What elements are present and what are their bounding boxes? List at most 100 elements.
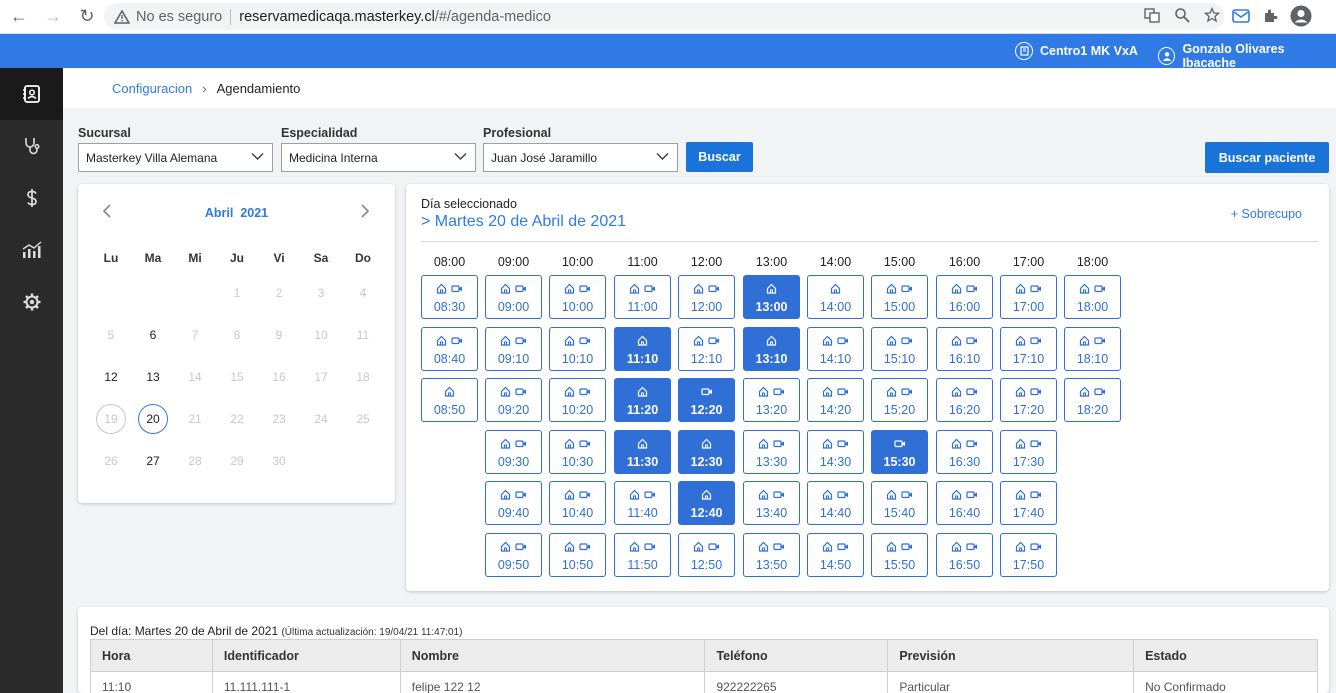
calendar-day[interactable]: 6	[138, 320, 168, 350]
time-slot[interactable]: 09:50	[485, 533, 542, 577]
zoom-icon[interactable]	[1174, 7, 1190, 23]
mail-extension-icon[interactable]	[1232, 8, 1250, 24]
time-slot[interactable]: 09:30	[485, 430, 542, 474]
time-slot[interactable]: 15:50	[871, 533, 928, 577]
buscar-paciente-button[interactable]: Buscar paciente	[1205, 142, 1329, 173]
time-slot[interactable]: 17:20	[1000, 378, 1057, 422]
time-slot[interactable]: 13:40	[743, 481, 800, 525]
sucursal-select[interactable]: Masterkey Villa Alemana	[78, 143, 273, 172]
time-slot[interactable]: 11:40	[614, 481, 671, 525]
weekday-header: Ju	[229, 251, 244, 265]
time-slot[interactable]: 17:30	[1000, 430, 1057, 474]
sidebar-item-agenda[interactable]	[0, 68, 63, 120]
time-slot[interactable]: 16:50	[936, 533, 993, 577]
center-selector[interactable]: Centro1 MK VxA	[1015, 42, 1138, 60]
time-slot[interactable]: 13:00	[743, 275, 800, 319]
time-slot[interactable]: 09:40	[485, 481, 542, 525]
calendar-day[interactable]: 12	[96, 362, 126, 392]
calendar-day[interactable]: 20	[138, 404, 168, 434]
sidebar-item-reports[interactable]	[0, 224, 63, 276]
bookmark-star-icon[interactable]	[1204, 7, 1220, 23]
slot-time: 08:50	[433, 403, 466, 417]
time-slot[interactable]: 16:40	[936, 481, 993, 525]
time-slot[interactable]: 09:20	[485, 378, 542, 422]
time-slot[interactable]: 18:20	[1064, 378, 1121, 422]
time-slot[interactable]: 09:10	[485, 327, 542, 371]
time-slot[interactable]: 13:10	[743, 327, 800, 371]
next-month-icon[interactable]	[360, 204, 370, 223]
time-slot[interactable]: 10:10	[549, 327, 606, 371]
time-slot[interactable]: 11:30	[614, 430, 671, 474]
sobrecupo-button[interactable]: + Sobrecupo	[1231, 207, 1302, 221]
sidebar-item-billing[interactable]	[0, 172, 63, 224]
time-slot[interactable]: 10:40	[549, 481, 606, 525]
calendar-day[interactable]: 27	[138, 446, 168, 476]
time-slot[interactable]: 13:50	[743, 533, 800, 577]
house-icon	[693, 334, 704, 346]
video-icon	[579, 488, 591, 499]
time-slot[interactable]: 14:50	[807, 533, 864, 577]
time-slot[interactable]: 14:00	[807, 275, 864, 319]
user-menu[interactable]: Gonzalo Olivares Ibacache	[1158, 42, 1336, 70]
time-slot[interactable]: 14:10	[807, 327, 864, 371]
time-slot[interactable]: 17:10	[1000, 327, 1057, 371]
time-slot[interactable]: 12:20	[678, 378, 735, 422]
reload-icon[interactable]: ↻	[76, 6, 98, 28]
time-slot[interactable]: 17:40	[1000, 481, 1057, 525]
calendar-day[interactable]: 13	[138, 362, 168, 392]
time-slot[interactable]: 10:00	[549, 275, 606, 319]
time-slot[interactable]: 11:50	[614, 533, 671, 577]
time-slot[interactable]: 16:10	[936, 327, 993, 371]
time-slot[interactable]: 08:50	[421, 378, 478, 422]
time-slot[interactable]: 15:00	[871, 275, 928, 319]
time-slot[interactable]: 17:50	[1000, 533, 1057, 577]
slot-time: 15:00	[883, 300, 916, 314]
time-slot[interactable]: 12:10	[678, 327, 735, 371]
sidebar-item-medical[interactable]	[0, 120, 63, 172]
profesional-select[interactable]: Juan José Jaramillo	[483, 143, 678, 172]
time-slot[interactable]: 18:00	[1064, 275, 1121, 319]
time-slot[interactable]: 17:00	[1000, 275, 1057, 319]
table-row[interactable]: 11:10 11.111.111-1 felipe 122 12 922222265 P…	[90, 671, 1318, 693]
puzzle-icon[interactable]	[1262, 8, 1278, 24]
time-slot[interactable]: 11:00	[614, 275, 671, 319]
time-slot[interactable]: 14:40	[807, 481, 864, 525]
time-slot[interactable]: 11:20	[614, 378, 671, 422]
time-slot[interactable]: 15:30	[871, 430, 928, 474]
time-slot[interactable]: 14:20	[807, 378, 864, 422]
slot-modality-icons	[679, 488, 734, 500]
time-slot[interactable]: 12:00	[678, 275, 735, 319]
time-slot[interactable]: 15:10	[871, 327, 928, 371]
time-slot[interactable]: 14:30	[807, 430, 864, 474]
time-slot[interactable]: 12:40	[678, 481, 735, 525]
especialidad-select[interactable]: Medicina Interna	[281, 143, 476, 172]
back-icon[interactable]: ←	[8, 6, 30, 28]
time-slot[interactable]: 13:20	[743, 378, 800, 422]
time-slot[interactable]: 18:10	[1064, 327, 1121, 371]
buscar-button[interactable]: Buscar	[686, 142, 753, 172]
address-bar[interactable]: No es seguro reservamedicaqa.masterkey.c…	[104, 3, 1224, 30]
time-slot[interactable]: 10:30	[549, 430, 606, 474]
time-slot[interactable]: 10:20	[549, 378, 606, 422]
time-slot[interactable]: 13:30	[743, 430, 800, 474]
profile-avatar-icon[interactable]	[1290, 5, 1312, 27]
time-slot[interactable]: 11:10	[614, 327, 671, 371]
time-slot[interactable]: 16:30	[936, 430, 993, 474]
house-icon	[637, 385, 648, 397]
time-slot[interactable]: 09:00	[485, 275, 542, 319]
time-slot[interactable]: 15:20	[871, 378, 928, 422]
sidebar-item-settings[interactable]	[0, 276, 63, 328]
time-slot[interactable]: 08:40	[421, 327, 478, 371]
time-slot[interactable]: 12:30	[678, 430, 735, 474]
time-slot[interactable]: 08:30	[421, 275, 478, 319]
house-icon	[1015, 437, 1026, 449]
time-slot[interactable]: 15:40	[871, 481, 928, 525]
time-slot[interactable]: 16:00	[936, 275, 993, 319]
time-slot[interactable]: 16:20	[936, 378, 993, 422]
forward-icon[interactable]: →	[42, 6, 64, 28]
time-slot[interactable]: 12:50	[678, 533, 735, 577]
translate-icon[interactable]	[1144, 7, 1160, 23]
breadcrumb-configuracion[interactable]: Configuracion	[112, 81, 192, 96]
slot-modality-icons	[872, 488, 927, 500]
time-slot[interactable]: 10:50	[549, 533, 606, 577]
